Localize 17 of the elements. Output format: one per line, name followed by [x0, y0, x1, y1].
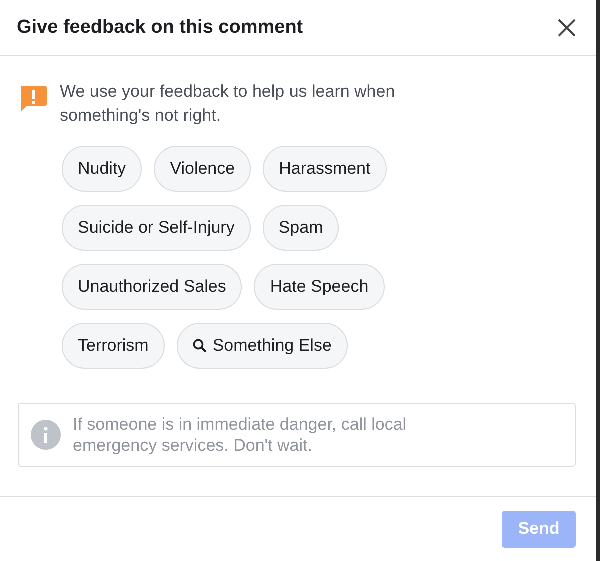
reason-chip[interactable]: Unauthorized Sales — [62, 264, 242, 310]
close-button[interactable] — [556, 16, 578, 38]
reason-chip[interactable]: Something Else — [176, 323, 348, 369]
reason-chip[interactable]: Hate Speech — [254, 264, 385, 310]
notice-text: If someone is in immediate danger, call local emergency services. Don't wait. — [73, 414, 408, 456]
reason-chip[interactable]: Terrorism — [62, 323, 165, 369]
reason-chip[interactable]: Spam — [262, 205, 340, 251]
exclamation-icon — [18, 84, 48, 114]
search-icon — [192, 339, 207, 353]
info-icon — [31, 420, 61, 450]
intro-text: We use your feedback to help us learn when something's not right. — [60, 81, 396, 127]
reason-chip[interactable]: Suicide or Self-Injury — [62, 205, 251, 251]
reason-chip[interactable]: Harassment — [263, 146, 387, 192]
reason-chip[interactable]: Nudity — [62, 146, 142, 192]
reason-chip[interactable]: Violence — [154, 146, 252, 192]
dialog-title: Give feedback on this comment — [17, 16, 304, 38]
close-icon — [558, 18, 576, 36]
